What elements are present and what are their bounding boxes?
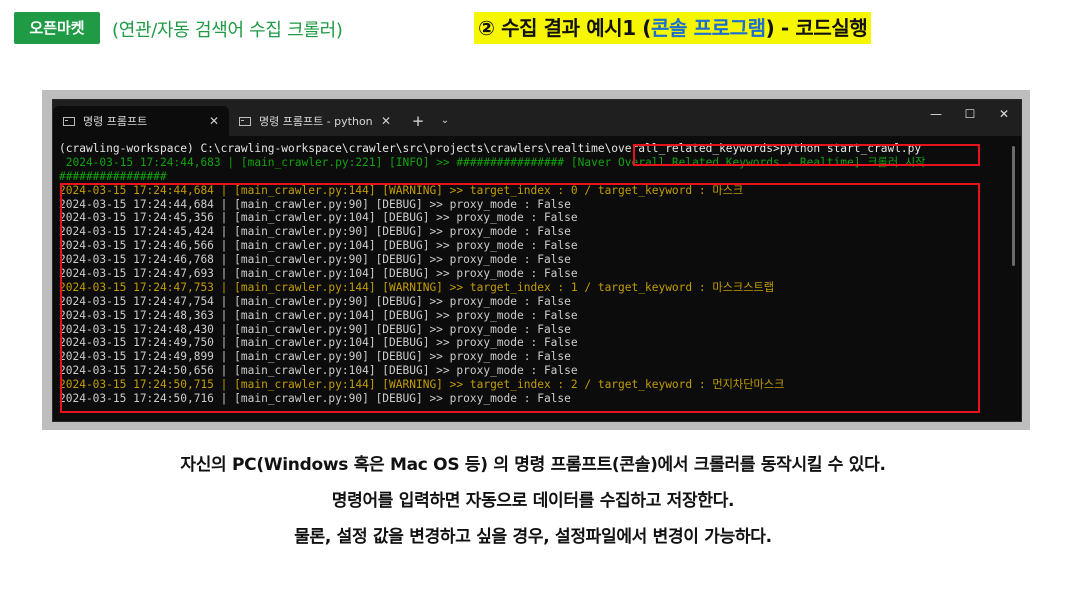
tab-command-prompt[interactable]: 명령 프롬프트 ✕ (53, 106, 229, 136)
tab-label: 명령 프롬프트 (83, 115, 148, 128)
headline-highlight: 콘솔 프로그램 (651, 16, 766, 40)
minimize-icon[interactable]: — (919, 100, 953, 128)
terminal-titlebar: 명령 프롬프트 ✕ 명령 프롬프트 - python crawl ✕ + ⌄ —… (53, 100, 1021, 136)
console-scrollbar[interactable] (1012, 146, 1015, 266)
chevron-down-icon[interactable]: ⌄ (435, 106, 455, 136)
command-highlight-box (633, 144, 980, 166)
terminal-icon (239, 116, 251, 126)
caption-line-3: 물론, 설정 값을 변경하고 싶을 경우, 설정파일에서 변경이 가능하다. (294, 527, 772, 547)
close-icon[interactable]: ✕ (209, 114, 219, 128)
caption-line-2: 명령어를 입력하면 자동으로 데이터를 수집하고 저장한다. (331, 491, 735, 511)
headline-part1: ② 수집 결과 예시1 ( (478, 16, 652, 40)
terminal-icon (63, 116, 75, 126)
tab-label: 명령 프롬프트 - python crawl (259, 115, 375, 128)
maximize-icon[interactable]: ☐ (953, 100, 987, 128)
window-close-icon[interactable]: ✕ (987, 100, 1021, 128)
caption-line-1: 자신의 PC(Windows 혹은 Mac OS 등) 의 명령 프롬프트(콘솔… (180, 455, 886, 475)
log-highlight-box (60, 183, 980, 413)
headline-part2: ) - 코드실행 (765, 16, 868, 40)
window-controls: — ☐ ✕ (919, 100, 1021, 128)
console-line-info: ################ (59, 169, 167, 183)
slide-headline: ② 수집 결과 예시1 (콘솔 프로그램) - 코드실행 (474, 12, 872, 44)
slide-subtitle: (연관/자동 검색어 수집 크롤러) (112, 20, 343, 41)
new-tab-icon[interactable]: + (401, 106, 435, 136)
tab-command-prompt-python[interactable]: 명령 프롬프트 - python crawl ✕ (229, 106, 401, 136)
openmarket-badge: 오픈마켓 (14, 12, 100, 44)
close-icon[interactable]: ✕ (381, 114, 391, 128)
